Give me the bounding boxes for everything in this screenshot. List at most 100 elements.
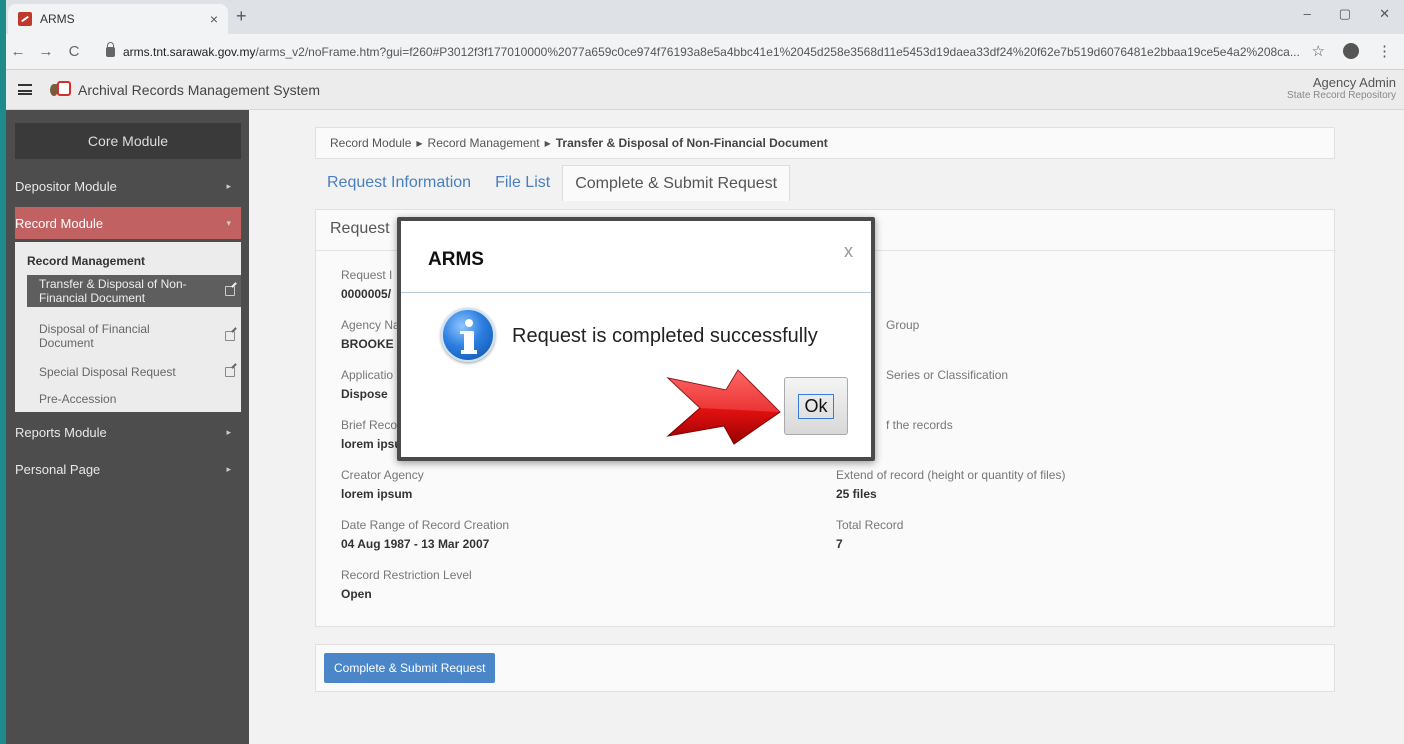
submenu-item-disposal-financial[interactable]: Disposal of Financial Document [27, 320, 241, 352]
sidebar-item-label: Depositor Module [15, 178, 117, 194]
field-value: Open [341, 587, 372, 601]
tab-close-icon[interactable]: × [210, 11, 218, 27]
dialog-message: Request is completed successfully [512, 325, 818, 347]
field-label: Record Restriction Level [341, 568, 472, 582]
field-label: Extend of record (height or quantity of … [836, 468, 1066, 482]
field-value: BROOKE H [341, 337, 406, 351]
field-value: 7 [836, 537, 843, 551]
close-icon[interactable]: x [844, 241, 853, 262]
field-request-id: Request I 0000005/ [341, 268, 392, 301]
field-label: Creator Agency [341, 468, 424, 482]
user-name: Agency Admin [1312, 75, 1396, 90]
back-button[interactable]: ← [8, 43, 28, 60]
core-module-button[interactable]: Core Module [15, 123, 241, 159]
caret-right-icon: ▸ [226, 180, 231, 191]
user-role: State Record Repository [1287, 90, 1396, 101]
field-label: Agency Na [341, 318, 400, 332]
info-icon [441, 308, 495, 362]
forward-button[interactable]: → [36, 43, 56, 60]
submenu-item-label: Transfer & Disposal of Non-Financial Doc… [39, 277, 187, 305]
external-link-icon [225, 367, 235, 377]
reload-button[interactable]: C [64, 43, 84, 60]
ok-button-label: Ok [798, 393, 834, 419]
field-value: 25 files [836, 487, 877, 501]
dialog-title: ARMS [428, 249, 484, 270]
sidebar-item-label: Reports Module [15, 424, 107, 440]
arms-favicon-icon [18, 12, 32, 26]
submenu-item-label: Pre-Accession [39, 392, 117, 406]
new-tab-button[interactable]: + [236, 6, 247, 27]
url-field[interactable]: arms.tnt.sarawak.gov.my/arms_v2/noFrame.… [106, 38, 1306, 66]
red-arrow-annotation-icon [666, 369, 781, 445]
dialog-header: ARMS x [401, 221, 871, 293]
submenu-item-transfer-disposal[interactable]: Transfer & Disposal of Non-Financial Doc… [27, 275, 241, 307]
submenu-item-pre-accession[interactable]: Pre-Accession [27, 390, 241, 408]
minimize-button[interactable]: – [1304, 6, 1311, 22]
submenu-heading: Record Management [27, 254, 146, 268]
record-submenu: Record Management Transfer & Disposal of… [15, 242, 241, 412]
sidebar-item-reports-module[interactable]: Reports Module ▸ [15, 416, 241, 448]
field-application: Applicatio Dispose [341, 368, 393, 401]
field-label: f the records [886, 418, 953, 432]
field-value: 0000005/ [341, 287, 392, 301]
field-label: Brief Reco [341, 418, 398, 432]
hamburger-menu-icon[interactable] [18, 84, 32, 95]
window-edge-accent [0, 0, 6, 744]
user-info[interactable]: Agency Admin State Record Repository [1287, 75, 1396, 101]
field-agency-name: Agency Na BROOKE H [341, 318, 406, 351]
field-value: 04 Aug 1987 - 13 Mar 2007 [341, 537, 490, 551]
field-restriction-level: Record Restriction Level Open [341, 568, 472, 601]
breadcrumb-separator-icon: ▶ [416, 138, 423, 148]
browser-tab-bar: ARMS × + – ▢ ✕ [0, 0, 1404, 34]
field-label: Applicatio [341, 368, 394, 382]
tab-file-list[interactable]: File List [483, 165, 562, 201]
field-value: lorem ipsum [341, 487, 413, 501]
field-value: Dispose [341, 387, 388, 401]
complete-submit-button[interactable]: Complete & Submit Request [324, 653, 496, 683]
success-dialog: ARMS x Request is completed successfully… [397, 217, 875, 461]
breadcrumb-item[interactable]: Record Module [330, 136, 411, 150]
field-value: lorem ipsu [341, 437, 402, 451]
sidebar-item-depositor-module[interactable]: Depositor Module ▸ [15, 170, 241, 202]
breadcrumb-item[interactable]: Record Management [428, 136, 540, 150]
submenu-item-label: Disposal of Financial Document [39, 322, 150, 350]
sidebar-item-record-module[interactable]: Record Module ▾ [15, 207, 241, 239]
submit-card: Complete & Submit Request [315, 644, 1335, 692]
field-label: Series or Classification [886, 368, 1009, 382]
caret-right-icon: ▸ [226, 463, 231, 474]
profile-icon[interactable] [1343, 43, 1359, 59]
app-title: Archival Records Management System [78, 81, 320, 98]
browser-menu-icon[interactable]: ⋮ [1377, 42, 1392, 60]
field-creator-agency: Creator Agency lorem ipsum [341, 468, 424, 501]
bookmark-star-icon[interactable]: ☆ [1312, 42, 1325, 60]
field-total-record: Total Record 7 [836, 518, 903, 551]
submenu-item-special-disposal[interactable]: Special Disposal Request [27, 363, 241, 381]
submenu-item-label: Special Disposal Request [39, 365, 176, 379]
tab-request-information[interactable]: Request Information [315, 165, 483, 201]
url-path: /arms_v2/noFrame.htm?gui=f260#P3012f3f17… [255, 45, 1300, 59]
ok-button[interactable]: Ok [784, 377, 848, 435]
external-link-icon [225, 286, 235, 296]
field-date-range: Date Range of Record Creation 04 Aug 198… [341, 518, 509, 551]
sidebar-item-personal-page[interactable]: Personal Page ▸ [15, 453, 241, 485]
breadcrumb-separator-icon: ▶ [544, 138, 551, 148]
card-title: Request [330, 220, 390, 237]
lock-icon [106, 42, 115, 57]
field-extend-of-record: Extend of record (height or quantity of … [836, 468, 1065, 501]
field-records-description: f the records [886, 418, 953, 432]
arms-logo [50, 80, 72, 100]
url-host: arms.tnt.sarawak.gov.my [123, 45, 256, 59]
sidebar-item-label: Personal Page [15, 461, 101, 477]
field-label: Date Range of Record Creation [341, 518, 510, 532]
field-label: Request I [341, 268, 393, 282]
maximize-button[interactable]: ▢ [1339, 6, 1351, 22]
caret-right-icon: ▸ [226, 426, 231, 437]
browser-tab[interactable]: ARMS × [8, 4, 228, 34]
sidebar: Core Module Depositor Module ▸ Record Mo… [6, 110, 249, 744]
address-bar: ← → C arms.tnt.sarawak.gov.my/arms_v2/no… [0, 34, 1404, 70]
close-window-button[interactable]: ✕ [1379, 6, 1390, 22]
field-brief-record: Brief Reco lorem ipsu [341, 418, 402, 451]
field-label: Group [886, 318, 920, 332]
tab-complete-submit[interactable]: Complete & Submit Request [562, 165, 791, 201]
external-link-icon [225, 331, 235, 341]
